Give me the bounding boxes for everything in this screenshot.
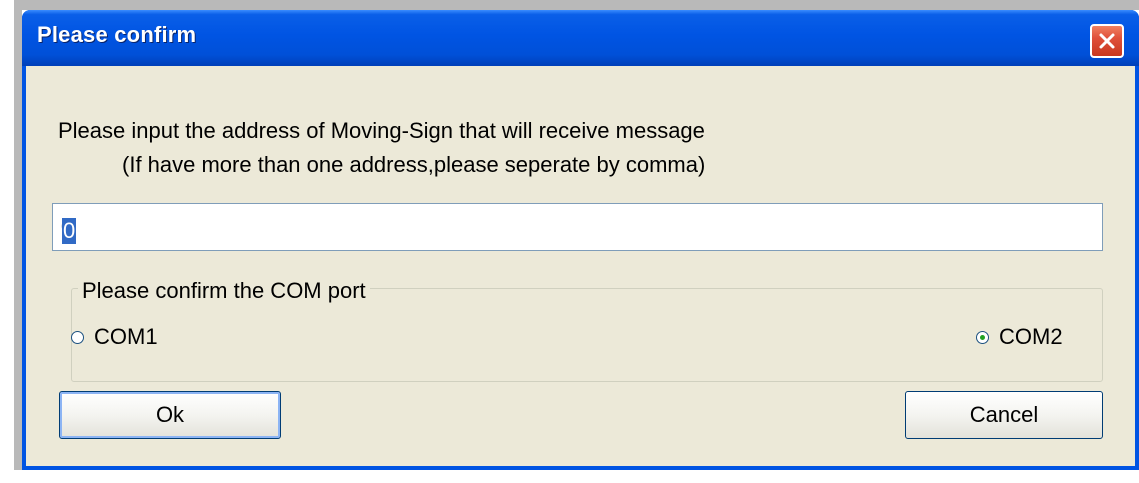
desktop-backdrop-bottom	[0, 470, 1139, 483]
address-selection: 0	[62, 218, 77, 244]
dialog-title: Please confirm	[37, 22, 197, 47]
window-shadow-strip-left	[14, 0, 22, 470]
close-icon	[1099, 33, 1115, 49]
radio-com2-label: COM2	[999, 324, 1063, 349]
confirm-dialog: Please confirm Please input the address …	[22, 10, 1139, 470]
radio-circle-com1	[71, 330, 84, 344]
cancel-button[interactable]: Cancel	[905, 391, 1103, 439]
radio-circle-com2	[976, 330, 989, 344]
com-port-group-label: Please confirm the COM port	[78, 278, 370, 304]
radio-com1[interactable]: COM1	[71, 324, 158, 350]
address-input[interactable]	[52, 203, 1103, 251]
radio-com1-label: COM1	[94, 324, 158, 349]
radio-selected-dot	[980, 334, 985, 340]
title-bar[interactable]: Please confirm	[22, 10, 1139, 66]
dialog-client-area: Please input the address of Moving-Sign …	[26, 66, 1135, 466]
close-button[interactable]	[1090, 24, 1124, 58]
window-shadow-strip	[14, 0, 1139, 10]
prompt-line-2: (If have more than one address,please se…	[122, 152, 706, 177]
radio-com2[interactable]: COM2	[976, 324, 1063, 350]
ok-button[interactable]: Ok	[59, 391, 281, 439]
prompt-line-1: Please input the address of Moving-Sign …	[58, 118, 705, 143]
